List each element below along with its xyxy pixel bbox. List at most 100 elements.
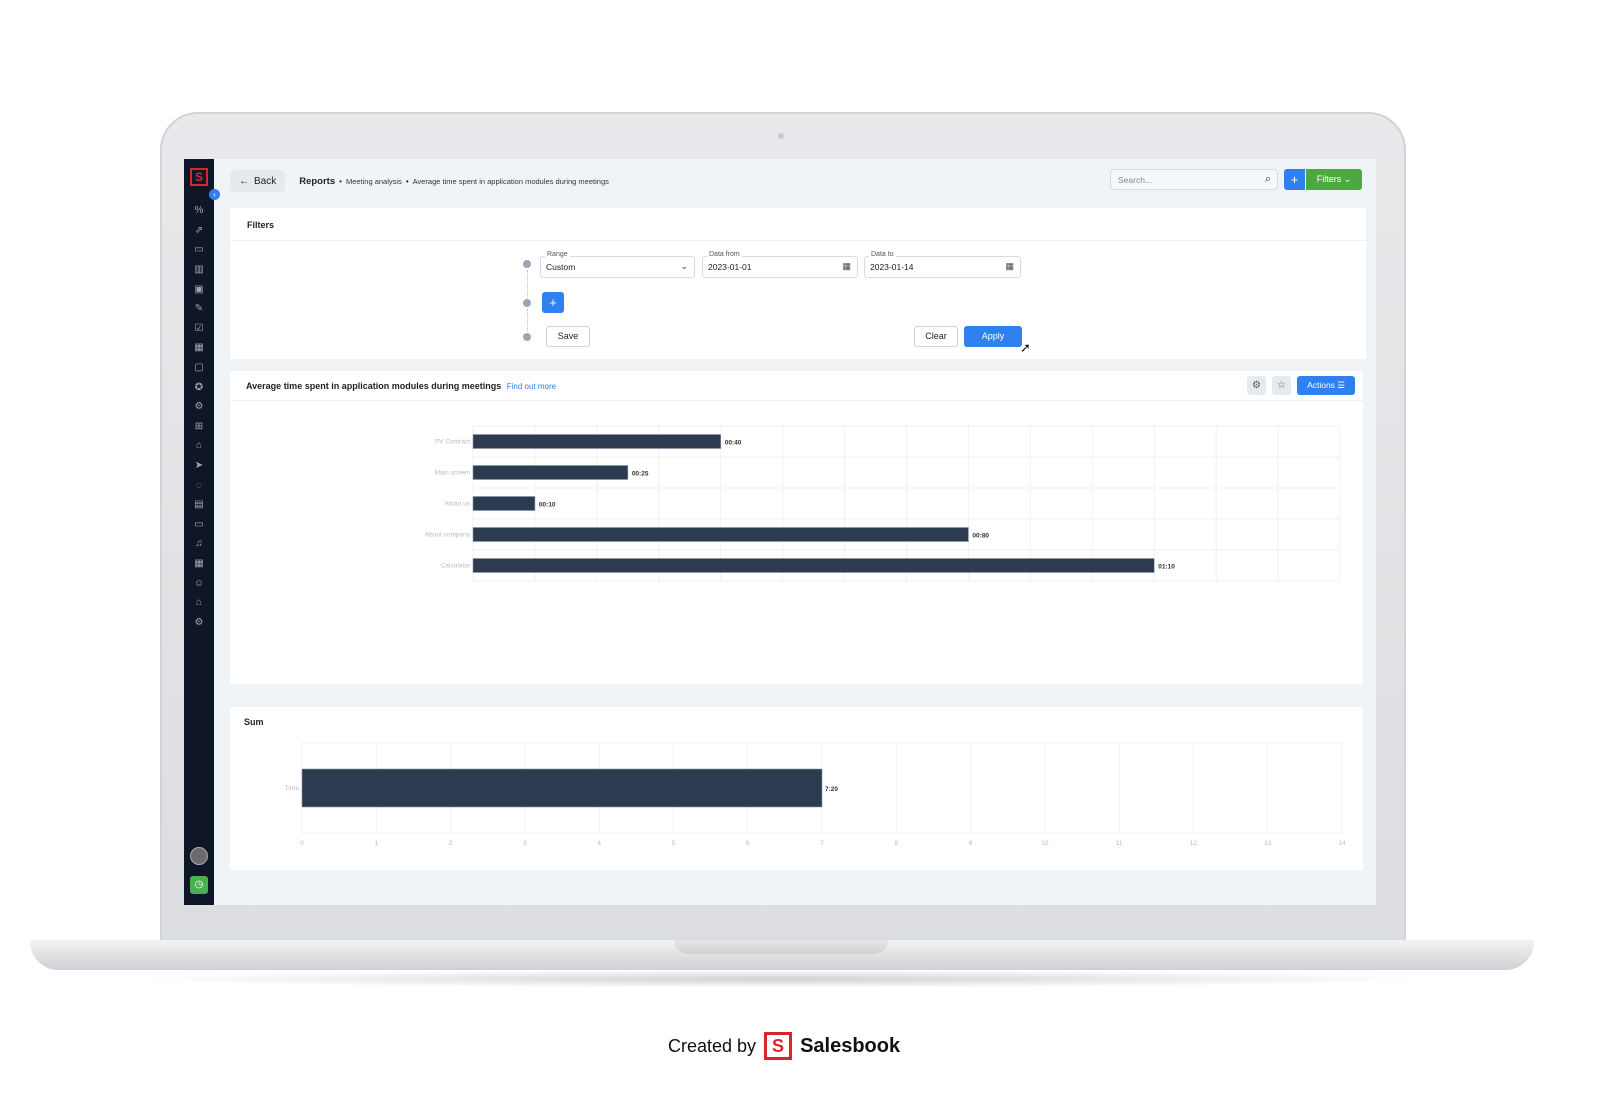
- bar[interactable]: [472, 434, 722, 449]
- save-button[interactable]: Save: [546, 326, 590, 347]
- mouse-cursor-icon: ➚: [1020, 340, 1031, 355]
- app-logo[interactable]: S: [190, 168, 208, 186]
- date-to-label: Data to: [869, 251, 896, 258]
- x-tick-label: 14: [1338, 840, 1346, 847]
- kpi-icon[interactable]: ▤: [184, 495, 214, 515]
- calendar-icon[interactable]: ▦: [1005, 261, 1014, 272]
- x-tick-label: 2: [449, 840, 453, 847]
- time-chart-panel: Average time spent in application module…: [230, 371, 1363, 684]
- date-from-field[interactable]: Data from 2023-01-01 ▦: [702, 251, 858, 278]
- laptop-shadow: [120, 970, 1440, 988]
- gear-cluster-icon[interactable]: ⚙: [184, 397, 214, 417]
- y-category-label: About company: [425, 532, 471, 539]
- clipboard-check-icon[interactable]: ☑: [184, 319, 214, 339]
- bell-icon[interactable]: ♫: [184, 534, 214, 554]
- filters-label: Filters: [1316, 174, 1342, 184]
- bar-data-label: 00:10: [539, 502, 556, 509]
- breadcrumb-reports[interactable]: Reports: [299, 176, 335, 187]
- filters-button[interactable]: Filters ⌄: [1306, 169, 1362, 190]
- bar-data-label: 01:10: [1158, 564, 1175, 571]
- range-select[interactable]: Range Custom ⌄: [540, 251, 695, 278]
- laptop-notch: [674, 940, 888, 954]
- credit: Created by S Salesbook: [668, 1030, 900, 1062]
- clock-icon[interactable]: ◷: [190, 876, 208, 894]
- chat-icon[interactable]: ◌: [184, 475, 214, 495]
- breadcrumb-separator: •: [339, 176, 342, 186]
- building-icon[interactable]: ▥: [184, 260, 214, 280]
- x-tick-label: 4: [597, 840, 601, 847]
- bar[interactable]: [472, 465, 629, 480]
- y-category-label: Main screen: [435, 470, 471, 477]
- chevron-down-icon: ⌄: [1343, 174, 1352, 184]
- search-icon[interactable]: ⌕: [1265, 173, 1271, 186]
- send-icon[interactable]: ➤: [184, 456, 214, 476]
- star-icon[interactable]: ☆: [1272, 376, 1291, 395]
- credit-text: Created by: [668, 1035, 757, 1056]
- x-tick-label: 3: [523, 840, 527, 847]
- x-tick-label: 5: [672, 840, 676, 847]
- step-dot: [523, 333, 531, 341]
- bar[interactable]: [472, 558, 1155, 573]
- x-tick-label: 7: [820, 840, 824, 847]
- car-icon[interactable]: ⌂: [184, 436, 214, 456]
- sidebar-collapse-button[interactable]: ‹: [209, 189, 220, 200]
- breadcrumb-meeting-analysis[interactable]: Meeting analysis: [346, 177, 402, 186]
- arrow-left-icon: ←: [239, 175, 249, 187]
- settings-icon[interactable]: ⚙: [1247, 376, 1266, 395]
- back-button[interactable]: ← Back: [230, 170, 286, 192]
- apply-button[interactable]: Apply: [964, 326, 1022, 347]
- bar[interactable]: [472, 527, 969, 542]
- y-category-label: About us: [444, 501, 470, 508]
- calculator-icon[interactable]: ▦: [184, 554, 214, 574]
- actions-button[interactable]: Actions ☰: [1297, 376, 1355, 395]
- x-tick-label: 10: [1041, 840, 1049, 847]
- x-tick-label: 8: [894, 840, 898, 847]
- date-to-field[interactable]: Data to 2023-01-14 ▦: [864, 251, 1021, 278]
- x-tick-label: 9: [969, 840, 973, 847]
- edit-document-icon[interactable]: ✎: [184, 299, 214, 319]
- menu-icon: ☰: [1337, 380, 1345, 390]
- bar-data-label: 00:25: [632, 471, 649, 478]
- breadcrumb: Reports • Meeting analysis • Average tim…: [299, 176, 609, 187]
- bar-data-label: 00:80: [972, 533, 989, 540]
- monitor-icon[interactable]: ▭: [184, 240, 214, 260]
- add-button[interactable]: +: [1284, 169, 1305, 190]
- sum-panel: Sum 0 1 2 3 4 5 6 7 8 9 10 11 12 13 14 Time 7:20: [230, 707, 1363, 870]
- search-input[interactable]: Search... ⌕: [1110, 169, 1278, 190]
- find-out-more-link[interactable]: Find out more: [507, 382, 556, 391]
- x-tick-label: 11: [1116, 840, 1123, 847]
- storage-icon[interactable]: ▭: [184, 515, 214, 535]
- step-dot: [523, 260, 531, 268]
- salesbook-logo: S: [764, 1032, 793, 1060]
- app-screen: S % ⇗ ▭ ▥ ▣ ✎ ☑ ▦ ▢ ✪ ⚙ ⊞ ⌂ ➤ ◌ ▤ ▭ ♫ ▦ ☺ ⌂ ⚙ ◷ ‹ ← Back Repo…: [184, 159, 1376, 905]
- folder-icon[interactable]: ▢: [184, 358, 214, 378]
- credit-brand: Salesbook: [800, 1034, 901, 1057]
- sidebar-nav: % ⇗ ▭ ▥ ▣ ✎ ☑ ▦ ▢ ✪ ⚙ ⊞ ⌂ ➤ ◌ ▤ ▭ ♫ ▦ ☺ ⌂ ⚙: [184, 201, 214, 632]
- solar-panel-icon[interactable]: ⊞: [184, 417, 214, 437]
- calendar-icon[interactable]: ▦: [184, 338, 214, 358]
- filters-panel: Filters Range Custom ⌄ Data from 2023-01…: [230, 208, 1366, 359]
- user-avatar[interactable]: [190, 847, 208, 865]
- chevron-down-icon: ⌄: [680, 261, 688, 271]
- sidebar: S % ⇗ ▭ ▥ ▣ ✎ ☑ ▦ ▢ ✪ ⚙ ⊞ ⌂ ➤ ◌ ▤ ▭ ♫ ▦ ☺ ⌂ ⚙ ◷: [184, 159, 214, 905]
- x-tick-label: 1: [374, 840, 378, 847]
- bar[interactable]: [472, 496, 536, 511]
- divider: [230, 240, 1366, 241]
- filters-title: Filters: [247, 220, 275, 230]
- growth-chart-icon[interactable]: ⇗: [184, 221, 214, 241]
- settings-icon[interactable]: ⚙: [184, 612, 214, 632]
- users-icon[interactable]: ☺: [184, 573, 214, 593]
- add-filter-button[interactable]: +: [542, 292, 564, 313]
- badge-icon[interactable]: ✪: [184, 377, 214, 397]
- calendar-icon[interactable]: ▦: [842, 261, 851, 272]
- clear-button[interactable]: Clear: [914, 326, 958, 347]
- percent-icon[interactable]: %: [184, 201, 214, 221]
- bar[interactable]: [301, 768, 823, 808]
- range-value: Custom: [546, 262, 576, 272]
- date-from-label: Data from: [707, 251, 742, 258]
- presentation-icon[interactable]: ▣: [184, 279, 214, 299]
- chart-title: Average time spent in application module…: [246, 381, 556, 391]
- step-connector: [527, 309, 528, 331]
- range-label: Range: [545, 251, 570, 258]
- graduation-cap-icon[interactable]: ⌂: [184, 593, 214, 613]
